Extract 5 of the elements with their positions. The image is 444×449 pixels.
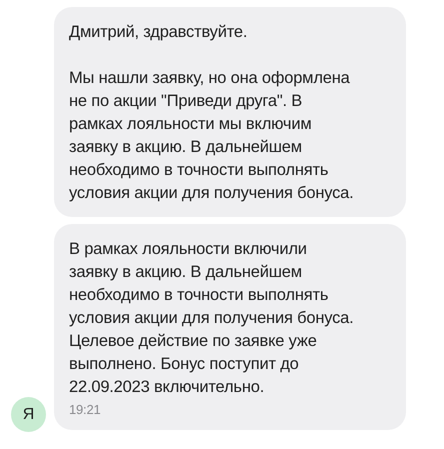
message-text: В рамках лояльности включили заявку в акцию. В дальнейшем необходимо в точности выполнять условия акции для получения бонуса. Целевое действие по заявке уже выполнено. Бонус поступит до 22.09.2023 включительно. (69, 239, 355, 398)
message-text: Дмитрий, здравствуйте. (69, 22, 248, 43)
message-text: Мы нашли заявку, но она оформлена не по акции "Приведи друга". В рамках лояльности мы включим заявку в акцию. В дальнейшем необходимо в точности выполнять условия акции для получения бонуса. (69, 68, 355, 204)
avatar[interactable]: Я (11, 397, 46, 432)
message-time: 19:21 (69, 402, 101, 418)
